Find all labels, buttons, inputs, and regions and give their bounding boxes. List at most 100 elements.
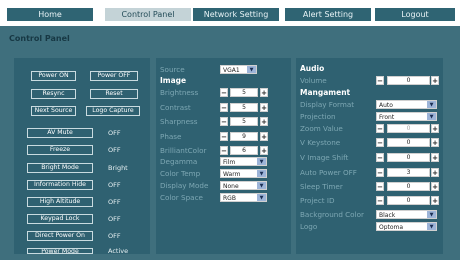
- settings-panel: Audio Volume − 0 + Mangament Display For…: [296, 58, 443, 254]
- auto-power-off-increase-button[interactable]: +: [431, 168, 439, 177]
- sharpness-decrease-button[interactable]: −: [220, 117, 228, 126]
- direct-power-on-value: OFF: [108, 232, 121, 240]
- brilliantcolor-increase-button[interactable]: +: [260, 146, 268, 155]
- left-panel: Power ON Power OFF Resync Reset Next Sou…: [14, 58, 150, 255]
- volume-value[interactable]: 0: [387, 76, 430, 85]
- phase-label: Phase: [160, 132, 182, 141]
- contrast-decrease-button[interactable]: −: [220, 103, 228, 112]
- volume-increase-button[interactable]: +: [431, 76, 439, 85]
- project-id-value[interactable]: 0: [387, 196, 430, 205]
- display-format-select[interactable]: Auto ▼: [376, 100, 437, 109]
- power-mode-button[interactable]: Power Mode: [27, 248, 93, 254]
- color-space-value: RGB: [223, 195, 236, 202]
- color-temp-value: Warm: [223, 171, 241, 178]
- color-space-label: Color Space: [160, 193, 203, 202]
- sleep-timer-increase-button[interactable]: +: [431, 182, 439, 191]
- source-label: Source: [160, 65, 185, 74]
- chevron-down-icon: ▼: [427, 211, 436, 218]
- chevron-down-icon: ▼: [427, 101, 436, 108]
- sleep-timer-label: Sleep Timer: [300, 182, 343, 191]
- image-panel: Source VGA1 ▼ Image Brightness − 5 + Cont…: [156, 58, 291, 254]
- source-select[interactable]: VGA1 ▼: [220, 65, 257, 74]
- resync-button[interactable]: Resync: [31, 89, 76, 99]
- projection-label: Projection: [300, 112, 336, 121]
- display-format-value: Auto: [379, 102, 393, 109]
- brilliantcolor-label: BrilliantColor: [160, 146, 207, 155]
- av-mute-button[interactable]: AV Mute: [27, 128, 93, 138]
- control-panel-page: Home Control Panel Network Setting Alert…: [0, 0, 460, 260]
- reset-button[interactable]: Reset: [90, 89, 138, 99]
- top-nav: Home Control Panel Network Setting Alert…: [0, 0, 460, 26]
- background-color-select[interactable]: Black ▼: [376, 210, 437, 219]
- zoom-increase-button[interactable]: +: [431, 124, 439, 133]
- nav-logout[interactable]: Logout: [375, 8, 455, 21]
- nav-network-setting[interactable]: Network Setting: [193, 8, 279, 21]
- brilliantcolor-value[interactable]: 6: [230, 146, 258, 155]
- high-altitude-button[interactable]: High Altitude: [27, 197, 93, 207]
- contrast-increase-button[interactable]: +: [260, 103, 268, 112]
- projection-select[interactable]: Front ▼: [376, 112, 437, 121]
- source-value: VGA1: [223, 67, 240, 74]
- degamma-value: Film: [223, 159, 236, 166]
- power-off-button[interactable]: Power OFF: [90, 71, 138, 81]
- management-heading: Mangament: [300, 88, 351, 97]
- degamma-select[interactable]: Film ▼: [220, 157, 267, 166]
- phase-decrease-button[interactable]: −: [220, 132, 228, 141]
- v-keystone-value[interactable]: 0: [387, 138, 430, 147]
- av-mute-value: OFF: [108, 129, 121, 137]
- logo-capture-button[interactable]: Logo Capture: [86, 106, 140, 116]
- sharpness-label: Sharpness: [160, 117, 198, 126]
- next-source-button[interactable]: Next Source: [31, 106, 76, 116]
- chevron-down-icon: ▼: [257, 158, 266, 165]
- keypad-lock-button[interactable]: Keypad Lock: [27, 214, 93, 224]
- zoom-value[interactable]: 0: [387, 124, 430, 133]
- zoom-decrease-button[interactable]: −: [376, 124, 384, 133]
- power-on-button[interactable]: Power ON: [31, 71, 76, 81]
- image-heading: Image: [160, 76, 187, 85]
- sharpness-value[interactable]: 5: [230, 117, 258, 126]
- display-mode-value: None: [223, 183, 239, 190]
- background-color-label: Background Color: [300, 210, 364, 219]
- v-image-shift-decrease-button[interactable]: −: [376, 153, 384, 162]
- volume-label: Volume: [300, 76, 327, 85]
- bright-mode-button[interactable]: Bright Mode: [27, 163, 93, 173]
- brightness-label: Brightness: [160, 88, 199, 97]
- phase-value[interactable]: 9: [230, 132, 258, 141]
- chevron-down-icon: ▼: [257, 170, 266, 177]
- nav-control-panel[interactable]: Control Panel: [105, 8, 191, 21]
- direct-power-on-button[interactable]: Direct Power On: [27, 231, 93, 241]
- logo-select[interactable]: Optoma ▼: [376, 222, 437, 231]
- sharpness-increase-button[interactable]: +: [260, 117, 268, 126]
- project-id-increase-button[interactable]: +: [431, 196, 439, 205]
- chevron-down-icon: ▼: [247, 66, 256, 73]
- information-hide-button[interactable]: Information Hide: [27, 180, 93, 190]
- color-temp-select[interactable]: Warm ▼: [220, 169, 267, 178]
- brightness-decrease-button[interactable]: −: [220, 88, 228, 97]
- project-id-decrease-button[interactable]: −: [376, 196, 384, 205]
- v-image-shift-increase-button[interactable]: +: [431, 153, 439, 162]
- brightness-increase-button[interactable]: +: [260, 88, 268, 97]
- page-title: Control Panel: [9, 34, 70, 43]
- contrast-value[interactable]: 5: [230, 103, 258, 112]
- color-space-select[interactable]: RGB ▼: [220, 193, 267, 202]
- color-temp-label: Color Temp: [160, 169, 201, 178]
- phase-increase-button[interactable]: +: [260, 132, 268, 141]
- freeze-button[interactable]: Freeze: [27, 145, 93, 155]
- background-color-value: Black: [379, 212, 396, 219]
- auto-power-off-decrease-button[interactable]: −: [376, 168, 384, 177]
- brightness-value[interactable]: 5: [230, 88, 258, 97]
- v-keystone-decrease-button[interactable]: −: [376, 138, 384, 147]
- chevron-down-icon: ▼: [257, 182, 266, 189]
- v-image-shift-value[interactable]: 0: [387, 153, 430, 162]
- auto-power-off-value[interactable]: 3: [387, 168, 430, 177]
- nav-alert-setting[interactable]: Alert Setting: [285, 8, 371, 21]
- display-mode-select[interactable]: None ▼: [220, 181, 267, 190]
- nav-home[interactable]: Home: [7, 8, 93, 21]
- sleep-timer-value[interactable]: 0: [387, 182, 430, 191]
- chevron-down-icon: ▼: [427, 223, 436, 230]
- brilliantcolor-decrease-button[interactable]: −: [220, 146, 228, 155]
- v-keystone-increase-button[interactable]: +: [431, 138, 439, 147]
- sleep-timer-decrease-button[interactable]: −: [376, 182, 384, 191]
- information-hide-value: OFF: [108, 181, 121, 189]
- volume-decrease-button[interactable]: −: [376, 76, 384, 85]
